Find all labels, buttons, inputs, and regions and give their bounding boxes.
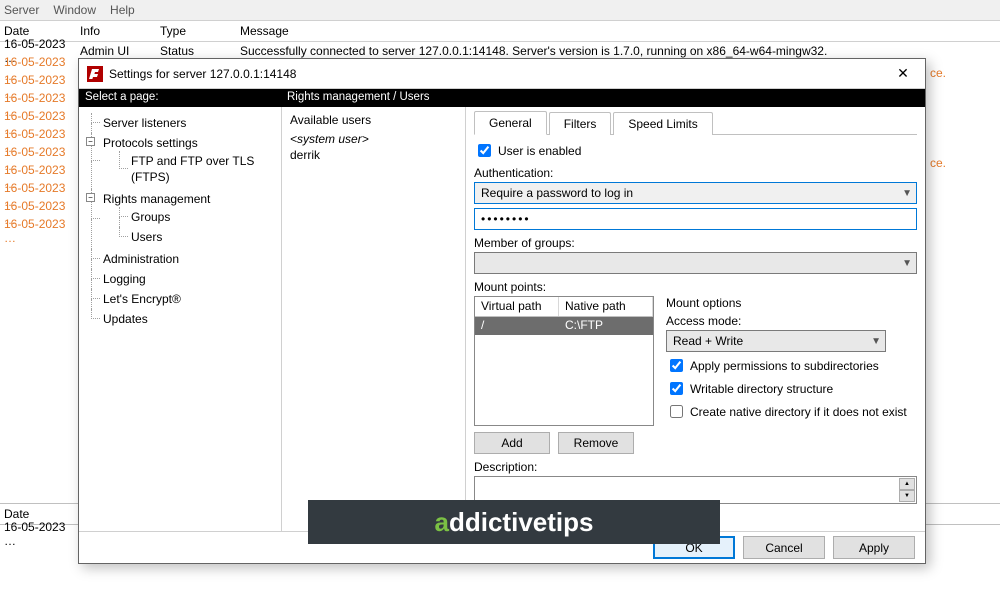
menu-help[interactable]: Help — [110, 3, 135, 17]
addictivetips-logo: addictivetips — [308, 500, 720, 544]
user-item-system[interactable]: <system user> — [290, 131, 457, 147]
tree-administration[interactable]: Administration — [91, 249, 276, 269]
chevron-down-icon: ▼ — [871, 336, 881, 347]
available-users-panel: Available users <system user> derrik — [281, 107, 466, 531]
close-button[interactable]: ✕ — [889, 63, 917, 85]
description-spinner[interactable]: ▲ ▼ — [899, 478, 915, 502]
authentication-label: Authentication: — [474, 166, 917, 180]
available-users-label: Available users — [290, 113, 457, 127]
log-header: Date Info Type Message — [0, 20, 1000, 42]
writable-structure-label: Writable directory structure — [690, 382, 833, 396]
user-enabled-checkbox[interactable] — [478, 144, 491, 157]
col-info[interactable]: Info — [80, 24, 160, 38]
user-enabled-label: User is enabled — [498, 144, 581, 158]
tab-filters[interactable]: Filters — [549, 112, 612, 135]
mount-points-label: Mount points: — [474, 280, 917, 294]
mount-col-virtual[interactable]: Virtual path — [475, 297, 559, 316]
mount-table-header: Virtual path Native path — [475, 297, 653, 317]
authentication-dropdown[interactable]: Require a password to log in ▼ — [474, 182, 917, 204]
user-item-derrik[interactable]: derrik — [290, 147, 457, 163]
access-mode-value: Read + Write — [673, 334, 743, 348]
mount-row-native: C:\FTP — [559, 317, 653, 335]
users-list[interactable]: <system user> derrik — [290, 131, 457, 163]
tree-rights[interactable]: − Rights management Groups Users — [91, 189, 276, 249]
add-mount-button[interactable]: Add — [474, 432, 550, 454]
tree-protocols[interactable]: − Protocols settings FTP and FTP over TL… — [91, 133, 276, 189]
menu-window[interactable]: Window — [53, 3, 96, 17]
create-native-dir-checkbox[interactable] — [670, 405, 683, 418]
main-menubar: Server Window Help — [0, 0, 1000, 20]
menu-server[interactable]: Server — [4, 3, 39, 17]
description-label: Description: — [474, 460, 917, 474]
log-msg-overflow: ce. — [930, 156, 946, 170]
lower-log-row[interactable]: 16-05-2023 … — [0, 525, 80, 543]
member-of-groups-dropdown[interactable]: ▼ — [474, 252, 917, 274]
chevron-down-icon: ▼ — [902, 188, 912, 199]
user-tabs: General Filters Speed Limits — [474, 111, 917, 135]
apply-subdir-permissions-label: Apply permissions to subdirectories — [690, 359, 879, 373]
col-date-lower[interactable]: Date — [0, 507, 80, 521]
settings-nav-tree: Server listeners − Protocols settings FT… — [79, 107, 281, 531]
close-icon: ✕ — [897, 65, 909, 82]
tree-server-listeners[interactable]: Server listeners — [91, 113, 276, 133]
spinner-down-icon[interactable]: ▼ — [899, 490, 915, 502]
mount-options-label: Mount options — [666, 296, 917, 310]
col-message[interactable]: Message — [240, 24, 1000, 38]
tree-letsencrypt[interactable]: Let's Encrypt® — [91, 289, 276, 309]
dialog-section-bar: Select a page: Rights management / Users — [79, 89, 925, 107]
cancel-button[interactable]: Cancel — [743, 536, 825, 559]
mount-points-table[interactable]: Virtual path Native path / C:\FTP — [474, 296, 654, 426]
mount-options-panel: Mount options Access mode: Read + Write … — [666, 296, 917, 426]
col-type[interactable]: Type — [160, 24, 240, 38]
user-edit-panel: General Filters Speed Limits User is ena… — [466, 107, 925, 531]
tab-speed-limits[interactable]: Speed Limits — [613, 112, 712, 135]
mount-row[interactable]: / C:\FTP — [475, 317, 653, 335]
mount-row-virtual: / — [475, 317, 559, 335]
remove-mount-button[interactable]: Remove — [558, 432, 634, 454]
col-date[interactable]: Date — [0, 24, 80, 38]
access-mode-dropdown[interactable]: Read + Write ▼ — [666, 330, 886, 352]
writable-structure-checkbox[interactable] — [670, 382, 683, 395]
tree-protocols-ftps[interactable]: FTP and FTP over TLS (FTPS) — [119, 151, 276, 187]
tree-updates[interactable]: Updates — [91, 309, 276, 329]
breadcrumb: Rights management / Users — [281, 89, 925, 107]
dialog-title: Settings for server 127.0.0.1:14148 — [109, 67, 889, 81]
filezilla-icon — [87, 66, 103, 82]
tree-collapse-icon[interactable]: − — [86, 193, 95, 202]
tree-rights-users[interactable]: Users — [119, 227, 276, 247]
tree-rights-groups[interactable]: Groups — [119, 207, 276, 227]
spinner-up-icon[interactable]: ▲ — [899, 478, 915, 490]
mount-col-native[interactable]: Native path — [559, 297, 653, 316]
password-input[interactable] — [474, 208, 917, 230]
tree-logging[interactable]: Logging — [91, 269, 276, 289]
settings-dialog: Settings for server 127.0.0.1:14148 ✕ Se… — [78, 58, 926, 564]
authentication-value: Require a password to log in — [481, 186, 633, 200]
apply-subdir-permissions-checkbox[interactable] — [670, 359, 683, 372]
member-of-groups-label: Member of groups: — [474, 236, 917, 250]
section-select-label: Select a page: — [79, 89, 281, 107]
tab-general[interactable]: General — [474, 111, 547, 135]
create-native-dir-label: Create native directory if it does not e… — [690, 405, 907, 419]
apply-button[interactable]: Apply — [833, 536, 915, 559]
access-mode-label: Access mode: — [666, 314, 917, 328]
chevron-down-icon: ▼ — [902, 258, 912, 269]
tree-collapse-icon[interactable]: − — [86, 137, 95, 146]
log-msg-overflow: ce. — [930, 66, 946, 80]
dialog-titlebar[interactable]: Settings for server 127.0.0.1:14148 ✕ — [79, 59, 925, 89]
